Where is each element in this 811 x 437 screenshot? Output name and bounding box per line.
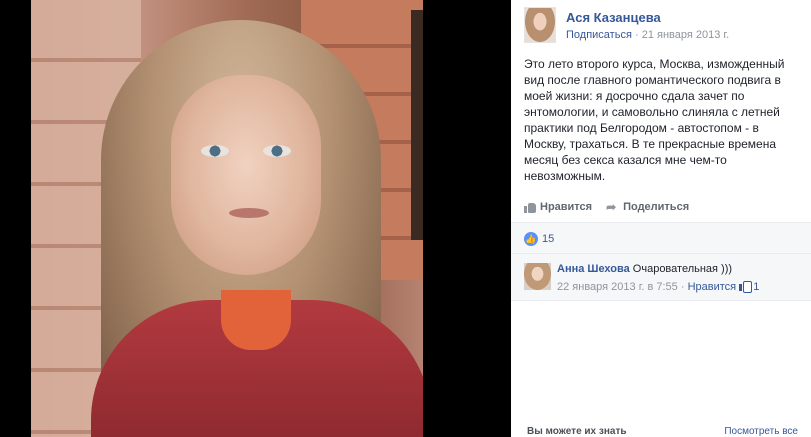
post-header: Ася Казанцева Подписаться · 21 января 20… [524, 7, 803, 47]
photo-viewer [0, 0, 511, 437]
share-label: Поделиться [623, 201, 690, 213]
like-label: Нравится [540, 201, 593, 213]
comment-like-button[interactable]: Нравится [688, 281, 737, 293]
thumb-up-icon [524, 202, 536, 213]
post-actions: Нравится ➦ Поделиться [524, 201, 689, 213]
likes-summary[interactable]: 👍 15 [511, 223, 811, 253]
comment-likes-count: 1 [753, 281, 760, 293]
comment-item: Анна Шехова Очаровательная ))) 22 января… [511, 253, 811, 300]
photo-face [171, 75, 321, 275]
follow-link[interactable]: Подписаться [566, 29, 632, 41]
post-date[interactable]: 21 января 2013 г. [642, 29, 729, 41]
post-text: Это лето второго курса, Москва, изможден… [524, 57, 785, 183]
pymk-title: Вы можете их знать [527, 426, 627, 437]
photo-eye-left [201, 145, 229, 157]
comment-date[interactable]: 22 января 2013 г. в 7:55 [557, 281, 678, 293]
comment-likes[interactable]: 1 [739, 281, 759, 293]
thumb-up-icon [739, 281, 753, 293]
like-button[interactable]: Нравится [524, 201, 592, 213]
photo-eye-right [263, 145, 291, 157]
post-meta: Подписаться · 21 января 2013 г. [566, 29, 729, 41]
likes-count[interactable]: 15 [542, 233, 554, 245]
comment-separator: · [680, 281, 685, 293]
comment-body: Анна Шехова Очаровательная ))) [557, 263, 732, 275]
like-badge-icon: 👍 [524, 232, 538, 246]
share-arrow-icon: ➦ [606, 199, 617, 214]
comment-text: Очаровательная ))) [632, 263, 733, 275]
commenter-name[interactable]: Анна Шехова [557, 263, 630, 275]
author-avatar[interactable] [524, 7, 556, 43]
meta-separator: · [634, 29, 639, 41]
pymk-footer: Вы можете их знать Посмотреть все [511, 420, 811, 437]
divider [511, 300, 811, 301]
commenter-avatar[interactable] [524, 263, 551, 290]
post-photo[interactable] [31, 0, 423, 437]
share-button[interactable]: ➦ Поделиться [606, 199, 690, 214]
photo-mouth [229, 208, 269, 218]
author-name[interactable]: Ася Казанцева [566, 10, 661, 25]
photo-window [411, 10, 423, 240]
see-all-link[interactable]: Посмотреть все [724, 426, 798, 437]
post-side-panel: Ася Казанцева Подписаться · 21 января 20… [511, 0, 811, 437]
comment-meta: 22 января 2013 г. в 7:55 · Нравится 1 [557, 281, 759, 293]
photo-collar [221, 290, 291, 350]
